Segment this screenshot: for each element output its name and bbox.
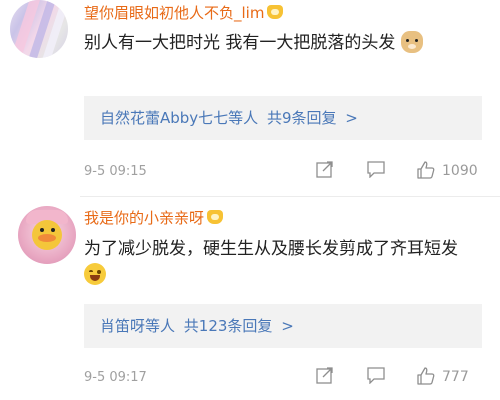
comment-item: 我是你的小亲亲呀 为了减少脱发，硬生生从及腰长发剪成了齐耳短发 肖笛呀等人 共1… bbox=[0, 198, 500, 400]
avatar-decoration bbox=[40, 228, 44, 232]
replies-preview[interactable]: 肖笛呀等人 共123条回复 > bbox=[84, 304, 482, 348]
dog-face-icon bbox=[400, 31, 423, 53]
avatar[interactable] bbox=[10, 0, 68, 58]
crown-badge-icon bbox=[207, 210, 224, 224]
divider bbox=[80, 196, 500, 197]
reply-names[interactable]: 自然花蕾Abby七七等人 bbox=[100, 109, 258, 127]
comment-footer: 9-5 09:17 777 bbox=[84, 366, 488, 390]
comment-content: 别人有一大把时光 我有一大把脱落的头发 bbox=[84, 30, 484, 56]
thumbs-up-icon[interactable] bbox=[416, 160, 436, 180]
timestamp: 9-5 09:17 bbox=[84, 370, 147, 385]
avatar[interactable] bbox=[18, 206, 76, 264]
thumbs-up-icon[interactable] bbox=[416, 366, 436, 386]
username-text[interactable]: 我是你的小亲亲呀 bbox=[84, 209, 204, 227]
like-count: 777 bbox=[442, 369, 469, 385]
reply-count[interactable]: 共123条回复 bbox=[184, 317, 273, 335]
comment-icon[interactable] bbox=[366, 160, 386, 178]
chevron-right-icon[interactable]: > bbox=[281, 317, 294, 335]
avatar-decoration bbox=[51, 228, 55, 232]
comment-text: 别人有一大把时光 我有一大把脱落的头发 bbox=[84, 33, 396, 53]
laughing-face-icon bbox=[84, 263, 106, 285]
comment-content: 为了减少脱发，硬生生从及腰长发剪成了齐耳短发 bbox=[84, 236, 474, 288]
chevron-right-icon[interactable]: > bbox=[345, 109, 358, 127]
like-count: 1090 bbox=[442, 163, 478, 179]
comment-footer: 9-5 09:15 1090 bbox=[84, 160, 488, 184]
share-icon[interactable] bbox=[316, 160, 334, 178]
crown-badge-icon bbox=[267, 5, 284, 19]
comment-icon[interactable] bbox=[366, 366, 386, 384]
replies-preview[interactable]: 自然花蕾Abby七七等人 共9条回复 > bbox=[84, 96, 482, 140]
username[interactable]: 望你眉眼如初他人不负_lim bbox=[84, 2, 284, 23]
avatar-decoration bbox=[38, 234, 56, 242]
timestamp: 9-5 09:15 bbox=[84, 164, 147, 179]
reply-names[interactable]: 肖笛呀等人 bbox=[100, 317, 175, 335]
username[interactable]: 我是你的小亲亲呀 bbox=[84, 207, 224, 228]
comment-text: 为了减少脱发，硬生生从及腰长发剪成了齐耳短发 bbox=[84, 239, 458, 259]
reply-count[interactable]: 共9条回复 bbox=[267, 109, 337, 127]
username-text[interactable]: 望你眉眼如初他人不负_lim bbox=[84, 4, 264, 22]
comment-item: 望你眉眼如初他人不负_lim 别人有一大把时光 我有一大把脱落的头发 自然花蕾A… bbox=[0, 0, 500, 195]
share-icon[interactable] bbox=[316, 366, 334, 384]
